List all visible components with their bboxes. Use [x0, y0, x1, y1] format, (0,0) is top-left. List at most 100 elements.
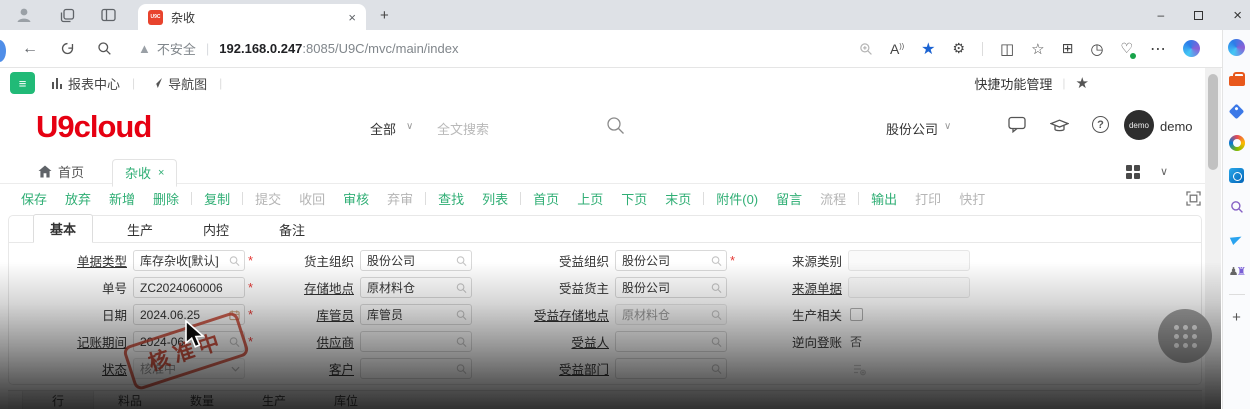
form-tab[interactable]: 备注	[263, 216, 321, 243]
field-input[interactable]	[360, 331, 472, 352]
avatar[interactable]: demo	[1124, 110, 1154, 140]
toolbar-button[interactable]: 列表	[473, 189, 517, 208]
split-window-icon[interactable]	[101, 8, 116, 22]
org-select[interactable]: 股份公司	[886, 119, 938, 138]
scrollbar-thumb[interactable]	[1208, 74, 1218, 170]
browser-tab[interactable]: U9C 杂收 ×	[138, 4, 366, 30]
help-icon[interactable]: ?	[1092, 116, 1109, 133]
search-scope-select[interactable]: 全部	[370, 119, 396, 138]
form-tab[interactable]: 基本	[33, 214, 93, 243]
toolbar-button[interactable]: 复制	[195, 189, 239, 208]
shopping-tag-icon[interactable]	[1228, 102, 1246, 120]
browser-profile-icon[interactable]	[14, 5, 34, 25]
global-search-input[interactable]: 全文搜索	[437, 119, 489, 138]
field-label[interactable]: 状态	[9, 359, 127, 378]
field-input[interactable]	[615, 358, 727, 379]
site-security-chip[interactable]: ▲ 不安全 | 192.168.0.247:8085/U9C/mvc/main/…	[138, 39, 459, 58]
toolbar-button[interactable]: 新增	[100, 189, 144, 208]
field-label[interactable]: 单据类型	[9, 251, 127, 270]
checkbox[interactable]	[850, 308, 863, 321]
new-tab-button[interactable]: +	[380, 7, 389, 24]
copilot-icon[interactable]	[1183, 40, 1200, 57]
tab-close-icon[interactable]: ×	[158, 167, 164, 179]
page-scrollbar[interactable]	[1205, 68, 1221, 409]
games-icon[interactable]: ♟♜	[1228, 262, 1246, 280]
floating-menu-button[interactable]	[1158, 309, 1212, 363]
split-screen-icon[interactable]: ◫	[1000, 40, 1014, 58]
sidebar-add-icon[interactable]: +	[1232, 309, 1241, 326]
field-label[interactable]: 库管员	[254, 305, 354, 324]
sidebar-search-icon[interactable]	[1228, 198, 1246, 216]
search-icon[interactable]	[711, 309, 722, 320]
toolbar-button[interactable]: 附件(0)	[707, 189, 767, 208]
zoom-icon[interactable]	[859, 42, 873, 56]
search-icon[interactable]	[456, 255, 467, 266]
tab-home[interactable]: 首页	[38, 162, 84, 181]
back-icon[interactable]: ←	[22, 40, 38, 58]
field-label[interactable]: 记账期间	[9, 332, 127, 351]
form-tab[interactable]: 生产	[111, 216, 169, 243]
outlook-icon[interactable]	[1228, 166, 1246, 184]
search-icon[interactable]	[456, 363, 467, 374]
toolbar-button[interactable]: 保存	[12, 189, 56, 208]
toolbar-button[interactable]: 输出	[862, 189, 906, 208]
search-icon[interactable]	[229, 255, 240, 266]
field-label[interactable]: 受益部门	[509, 359, 609, 378]
more-icon[interactable]: ⋯	[1150, 39, 1166, 59]
messenger-icon[interactable]	[1228, 230, 1246, 248]
field-label[interactable]: 受益人	[509, 332, 609, 351]
search-icon[interactable]	[711, 255, 722, 266]
read-aloud-icon[interactable]: A))	[890, 41, 904, 57]
favorite-star-icon[interactable]: ★	[1076, 74, 1089, 92]
search-icon[interactable]	[456, 282, 467, 293]
toolbar-button[interactable]: 上页	[568, 189, 612, 208]
favorites-hub-icon[interactable]: ☆	[1031, 40, 1044, 58]
field-input[interactable]	[360, 358, 472, 379]
toolbar-button[interactable]: 删除	[144, 189, 188, 208]
toolbar-button[interactable]: 首页	[524, 189, 568, 208]
close-button[interactable]: ×	[1233, 7, 1242, 24]
tools-icon[interactable]	[1228, 70, 1246, 88]
field-label[interactable]: 客户	[254, 359, 354, 378]
field-label[interactable]: 供应商	[254, 332, 354, 351]
menu-button[interactable]: ≡	[10, 72, 35, 94]
field-input[interactable]: 库存杂收[默认]	[133, 250, 245, 271]
toolbar-button[interactable]: 放弃	[56, 189, 100, 208]
search-icon[interactable]	[97, 41, 112, 56]
batch-edit-icon[interactable]	[852, 362, 866, 376]
learning-icon[interactable]	[1050, 119, 1069, 138]
nav-map-link[interactable]: 导航图	[151, 74, 207, 93]
search-icon[interactable]	[711, 336, 722, 347]
search-icon[interactable]	[456, 309, 467, 320]
field-input[interactable]: 库管员	[360, 304, 472, 325]
extensions-icon[interactable]: ⚙	[952, 40, 965, 57]
chevron-down-icon[interactable]: ∨	[1160, 165, 1168, 178]
tab-close-icon[interactable]: ×	[348, 10, 356, 25]
field-label[interactable]: 来源单据	[749, 278, 842, 297]
global-search-icon[interactable]	[606, 116, 625, 140]
refresh-icon[interactable]	[60, 41, 75, 56]
layout-grid-icon[interactable]	[1126, 165, 1140, 179]
field-input[interactable]	[615, 331, 727, 352]
field-label[interactable]: 存储地点	[254, 278, 354, 297]
search-icon[interactable]	[456, 336, 467, 347]
toolbar-button[interactable]: 下页	[612, 189, 656, 208]
tab-zashou-active[interactable]: 杂收 ×	[112, 159, 177, 187]
shortcut-management-link[interactable]: 快捷功能管理	[974, 74, 1052, 93]
field-input[interactable]: 股份公司	[360, 250, 472, 271]
form-tab[interactable]: 内控	[187, 216, 245, 243]
toolbar-button[interactable]: 查找	[429, 189, 473, 208]
chevron-down-icon[interactable]: ∨	[406, 121, 413, 132]
url-text[interactable]: 192.168.0.247:8085/U9C/mvc/main/index	[219, 40, 458, 58]
field-input[interactable]: ZC2024060006	[133, 277, 245, 298]
copilot-icon[interactable]	[1228, 38, 1246, 56]
shopping-icon[interactable]: ♡	[1120, 40, 1133, 57]
minimize-button[interactable]: –	[1158, 8, 1165, 22]
favorite-star-icon[interactable]: ★	[921, 39, 935, 59]
report-center-link[interactable]: 报表中心	[51, 74, 120, 93]
collections-icon[interactable]: ⊞	[1062, 40, 1074, 57]
toolbar-button[interactable]: 留言	[767, 189, 811, 208]
fullscreen-icon[interactable]	[1186, 191, 1201, 211]
field-input[interactable]: 原材料仓	[360, 277, 472, 298]
chevron-down-icon[interactable]: ∨	[944, 121, 951, 132]
